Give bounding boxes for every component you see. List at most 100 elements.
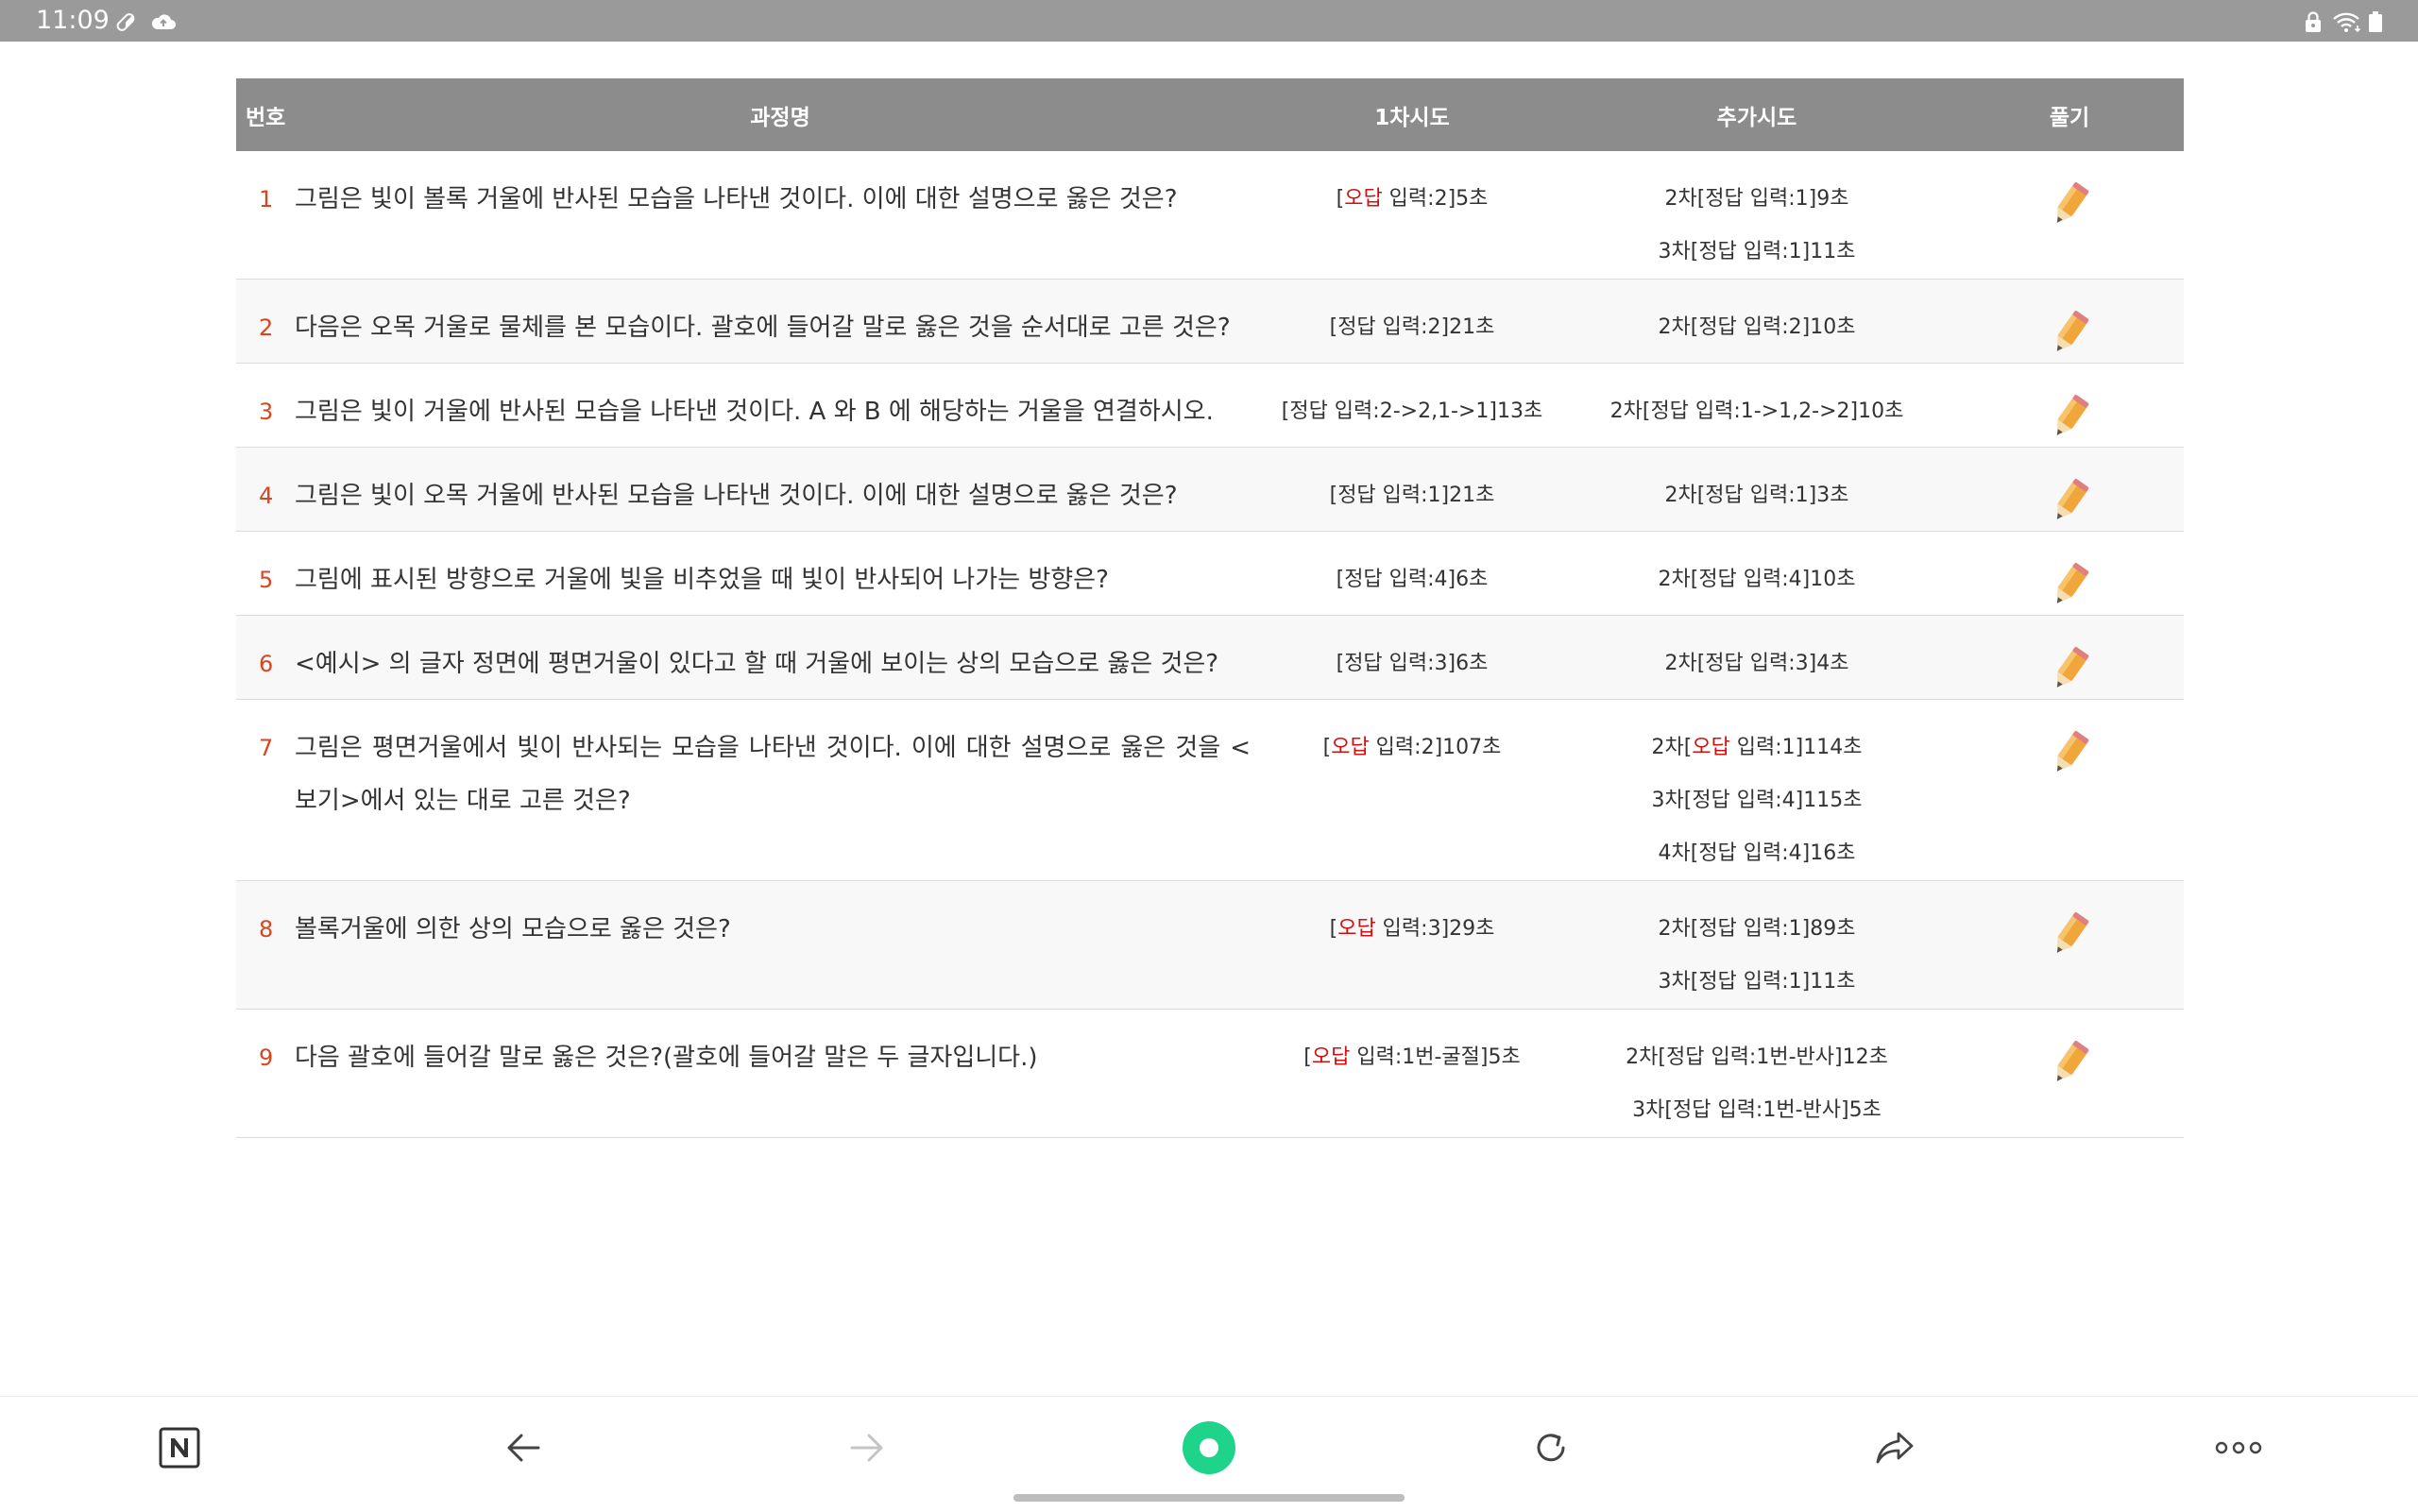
extra-attempt: 2차[정답 입력:1]3초 [1664,484,1849,507]
share-icon [1876,1432,1914,1464]
pill-icon [116,13,135,31]
row-number: 3 [236,363,295,448]
web-content: 번호 과정명 1차시도 추가시도 풀기 1 그림은 빛이 볼록 거울에 반사된 … [0,42,2418,1396]
extra-attempts: 2차[정답 입력:1->1,2->2]10초 [1558,363,1955,448]
browser-nav-bar [0,1396,2418,1512]
row-title[interactable]: 볼록거울에 의한 상의 모습으로 옳은 것은? [295,880,1266,1010]
pencil-icon[interactable] [2044,909,2095,960]
naver-n-icon [159,1427,200,1469]
extra-attempts: 2차[정답 입력:3]4초 [1558,615,1955,700]
extra-attempts: 2차[정답 입력:1번-반사]12초 3차[정답 입력:1번-반사]5초 [1558,1009,1955,1138]
table-row: 2 다음은 오목 거울로 물체를 본 모습이다. 괄호에 들어갈 말로 옳은 것… [236,279,2184,364]
row-number: 1 [236,151,295,280]
solve-cell [1955,447,2184,532]
row-title[interactable]: 그림은 빛이 볼록 거울에 반사된 모습을 나타낸 것이다. 이에 대한 설명으… [295,151,1266,280]
extra-attempt: 2차[정답 입력:3]4초 [1664,652,1849,675]
solve-cell [1955,151,2184,280]
row-number: 4 [236,447,295,532]
header-number: 번호 [236,78,295,151]
first-attempt: [오답 입력:1번-굴절]5초 [1266,1009,1558,1138]
extra-attempts: 2차[정답 입력:4]10초 [1558,531,1955,616]
solve-cell [1955,699,2184,881]
table-row: 9 다음 괄호에 들어갈 말로 옳은 것은?(괄호에 들어갈 말은 두 글자입니… [236,1009,2184,1138]
lock-icon [2306,11,2321,32]
extra-attempt: 2차[정답 입력:2]10초 [1658,315,1856,339]
row-title[interactable]: 그림은 빛이 거울에 반사된 모습을 나타낸 것이다. A 와 B 에 해당하는… [295,363,1266,448]
extra-attempts: 2차[오답 입력:1]114초 3차[정답 입력:4]115초 4차[정답 입력… [1558,699,1955,881]
table-header-row: 번호 과정명 1차시도 추가시도 풀기 [236,78,2184,151]
row-title[interactable]: <예시> 의 글자 정면에 평면거울이 있다고 할 때 거울에 보이는 상의 모… [295,615,1266,700]
extra-attempt: 2차[정답 입력:4]10초 [1658,568,1856,591]
extra-attempt: 2차[정답 입력:1]9초 [1664,187,1849,211]
solve-cell [1955,279,2184,364]
row-title[interactable]: 그림에 표시된 방향으로 거울에 빛을 비추었을 때 빛이 반사되어 나가는 방… [295,531,1266,616]
extra-attempt: 4차[정답 입력:4]16초 [1658,841,1856,865]
row-number: 7 [236,699,295,881]
battery-icon [2369,11,2382,32]
refresh-button[interactable] [1521,1418,1581,1478]
home-indicator[interactable] [1013,1494,1405,1502]
more-icon [2215,1441,2262,1454]
row-title[interactable]: 그림은 평면거울에서 빛이 반사되는 모습을 나타낸 것이다. 이에 대한 설명… [295,699,1266,881]
row-number: 5 [236,531,295,616]
row-title[interactable]: 다음 괄호에 들어갈 말로 옳은 것은?(괄호에 들어갈 말은 두 글자입니다.… [295,1009,1266,1138]
extra-attempt: 3차[정답 입력:1번-반사]5초 [1632,1098,1882,1122]
green-dot-icon [1183,1421,1235,1474]
pencil-icon[interactable] [2044,308,2095,359]
first-attempt: [정답 입력:4]6초 [1266,531,1558,616]
pencil-icon[interactable] [2044,392,2095,443]
arrow-right-icon [850,1434,883,1462]
table-row: 8 볼록거울에 의한 상의 모습으로 옳은 것은? [오답 입력:3]29초 2… [236,880,2184,1010]
first-attempt: [오답 입력:2]107초 [1266,699,1558,881]
naver-home-button[interactable] [149,1418,210,1478]
row-title[interactable]: 그림은 빛이 오목 거울에 반사된 모습을 나타낸 것이다. 이에 대한 설명으… [295,447,1266,532]
solve-cell [1955,880,2184,1010]
table-row: 6 <예시> 의 글자 정면에 평면거울이 있다고 할 때 거울에 보이는 상의… [236,615,2184,700]
first-attempt: [정답 입력:2]21초 [1266,279,1558,364]
extra-attempt: 2차[정답 입력:1번-반사]12초 [1626,1045,1888,1069]
table-row: 1 그림은 빛이 볼록 거울에 반사된 모습을 나타낸 것이다. 이에 대한 설… [236,151,2184,280]
first-attempt: [오답 입력:3]29초 [1266,880,1558,1010]
extra-attempt: 3차[정답 입력:1]11초 [1658,970,1856,994]
extra-attempt: 2차[정답 입력:1->1,2->2]10초 [1609,399,1904,423]
share-button[interactable] [1865,1418,1925,1478]
pencil-icon[interactable] [2044,476,2095,527]
green-dot-button[interactable] [1179,1418,1239,1478]
row-title[interactable]: 다음은 오목 거울로 물체를 본 모습이다. 괄호에 들어갈 말로 옳은 것을 … [295,279,1266,364]
cloud-upload-icon [151,14,176,29]
first-attempt: [오답 입력:2]5초 [1266,151,1558,280]
row-number: 6 [236,615,295,700]
extra-attempts: 2차[정답 입력:1]3초 [1558,447,1955,532]
row-number: 8 [236,880,295,1010]
table-row: 5 그림에 표시된 방향으로 거울에 빛을 비추었을 때 빛이 반사되어 나가는… [236,531,2184,616]
extra-attempt: 3차[정답 입력:1]11초 [1658,240,1856,263]
more-button[interactable] [2208,1418,2269,1478]
pencil-icon[interactable] [2044,179,2095,230]
extra-attempt: 3차[정답 입력:4]115초 [1651,789,1863,812]
pencil-icon[interactable] [2044,1038,2095,1089]
arrow-left-icon [507,1434,540,1462]
status-time: 11:09 [36,6,110,35]
result-table: 번호 과정명 1차시도 추가시도 풀기 1 그림은 빛이 볼록 거울에 반사된 … [236,78,2184,1138]
table-row: 7 그림은 평면거울에서 빛이 반사되는 모습을 나타낸 것이다. 이에 대한 … [236,699,2184,881]
header-first-attempt: 1차시도 [1266,78,1558,151]
wifi-icon [2333,12,2361,33]
refresh-icon [1537,1434,1565,1462]
status-bar: 11:09 [0,0,2418,42]
pencil-icon[interactable] [2044,728,2095,779]
solve-cell [1955,363,2184,448]
row-number: 2 [236,279,295,364]
table-row: 3 그림은 빛이 거울에 반사된 모습을 나타낸 것이다. A 와 B 에 해당… [236,363,2184,448]
table-row: 4 그림은 빛이 오목 거울에 반사된 모습을 나타낸 것이다. 이에 대한 설… [236,447,2184,532]
solve-cell [1955,615,2184,700]
extra-attempts: 2차[정답 입력:1]9초 3차[정답 입력:1]11초 [1558,151,1955,280]
extra-attempts: 2차[정답 입력:1]89초 3차[정답 입력:1]11초 [1558,880,1955,1010]
first-attempt: [정답 입력:3]6초 [1266,615,1558,700]
forward-button[interactable] [837,1418,897,1478]
extra-attempt: 2차[오답 입력:1]114초 [1651,736,1863,759]
back-button[interactable] [493,1418,553,1478]
header-extra-attempts: 추가시도 [1558,78,1955,151]
header-solve: 풀기 [1955,78,2184,151]
pencil-icon[interactable] [2044,560,2095,611]
pencil-icon[interactable] [2044,644,2095,695]
